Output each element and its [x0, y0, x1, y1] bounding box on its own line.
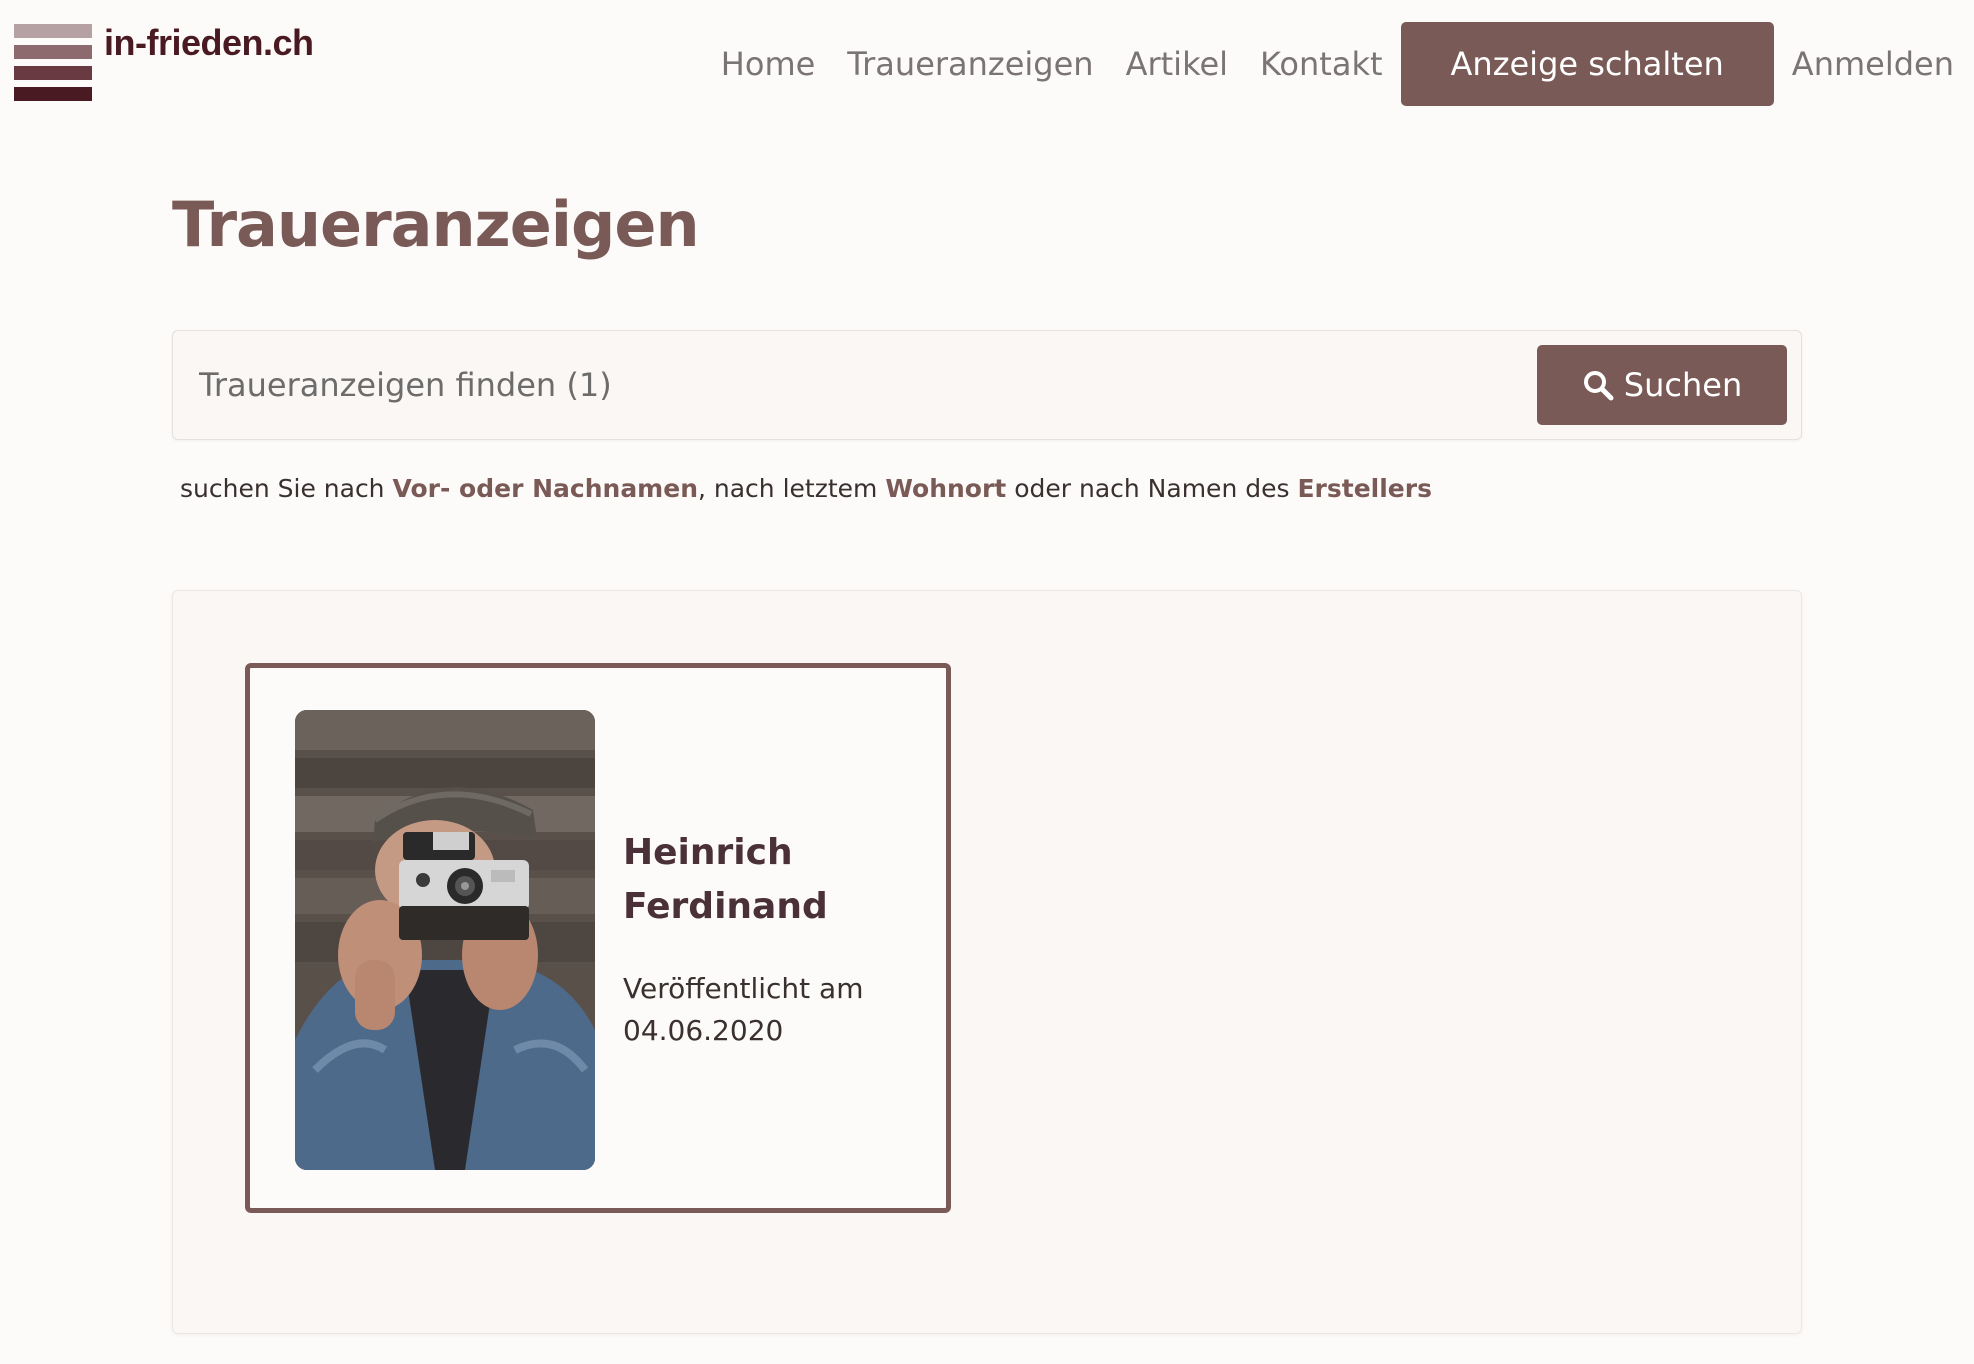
hint-bold-creator: Erstellers: [1297, 474, 1432, 503]
search-bar: Suchen: [172, 330, 1802, 440]
hint-bold-names: Vor- oder Nachnamen: [392, 474, 698, 503]
hint-bold-residence: Wohnort: [885, 474, 1007, 503]
obituary-published: Veröffentlicht am 04.06.2020: [623, 968, 923, 1052]
logo-stripe: [14, 66, 92, 80]
obituary-first-name: Heinrich: [623, 832, 793, 873]
obituary-last-name: Ferdinand: [623, 886, 828, 927]
obituary-photo: [295, 710, 595, 1170]
search-icon: [1583, 371, 1614, 401]
man-with-camera-image: [295, 710, 595, 1170]
nav-artikel[interactable]: Artikel: [1126, 45, 1228, 83]
hint-text: oder nach Namen des: [1006, 474, 1298, 503]
search-button-label: Suchen: [1623, 366, 1743, 404]
main-nav: Home Traueranzeigen Artikel Kontakt Anze…: [689, 22, 1954, 106]
published-label: Veröffentlicht am: [623, 972, 864, 1005]
search-input[interactable]: [173, 331, 1523, 439]
hint-text: suchen Sie nach: [180, 474, 393, 503]
login-link[interactable]: Anmelden: [1792, 45, 1954, 83]
logo-text[interactable]: in-frieden.ch: [104, 22, 314, 64]
site-header: in-frieden.ch Home Traueranzeigen Artike…: [0, 0, 1974, 130]
nav-traueranzeigen[interactable]: Traueranzeigen: [847, 45, 1093, 83]
page-title: Traueranzeigen: [172, 188, 700, 261]
anzeige-schalten-button[interactable]: Anzeige schalten: [1400, 22, 1774, 106]
nav-kontakt[interactable]: Kontakt: [1260, 45, 1382, 83]
logo-stripe: [14, 45, 92, 59]
obituary-card[interactable]: Heinrich Ferdinand Veröffentlicht am 04.…: [245, 663, 951, 1213]
hint-text: , nach letztem: [698, 474, 886, 503]
published-date: 04.06.2020: [623, 1014, 784, 1047]
results-panel: Heinrich Ferdinand Veröffentlicht am 04.…: [172, 590, 1802, 1334]
logo-stripe: [14, 87, 92, 101]
nav-home[interactable]: Home: [721, 45, 816, 83]
search-hint: suchen Sie nach Vor- oder Nachnamen, nac…: [180, 474, 1432, 503]
search-button[interactable]: Suchen: [1537, 345, 1787, 425]
logo-stripe: [14, 24, 92, 38]
obituary-name[interactable]: Heinrich Ferdinand: [623, 826, 923, 934]
logo-icon[interactable]: [14, 24, 92, 102]
